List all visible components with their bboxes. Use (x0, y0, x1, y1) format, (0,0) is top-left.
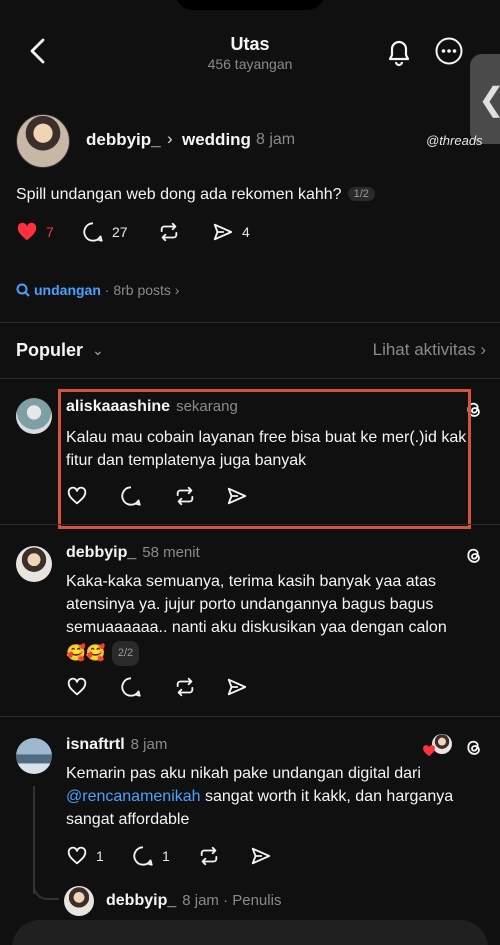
repost-icon (176, 677, 194, 697)
op-body: Spill undangan web dong ada rekomen kahh… (16, 186, 342, 203)
comment-button[interactable]: 1 (132, 844, 170, 868)
highlight-box (58, 389, 471, 529)
sort-dropdown[interactable]: Populer (16, 340, 83, 361)
page-indicator: 2/2 (111, 641, 140, 666)
comment-button[interactable]: 27 (82, 220, 128, 244)
op-topic[interactable]: wedding (182, 130, 251, 150)
tag-name: undangan (34, 282, 101, 298)
like-count: 7 (46, 224, 54, 240)
avatar[interactable] (16, 398, 52, 434)
bell-icon[interactable] (384, 36, 414, 68)
reply-time: 58 menit (142, 544, 200, 561)
edge-panel-handle[interactable]: ❮ (470, 54, 500, 144)
tag-meta: · 8rb posts › (104, 282, 180, 298)
reply-text: Kemarin pas aku nikah pake undangan digi… (66, 762, 476, 831)
reply-emoji-row: 🥰🥰 2/2 (66, 641, 476, 666)
reply-username[interactable]: isnaftrtl (66, 736, 125, 753)
reply-username[interactable]: debbyip_ (106, 892, 176, 909)
repost-button[interactable] (158, 220, 180, 244)
send-icon (227, 678, 247, 696)
chevron-down-icon[interactable]: ⌄ (92, 342, 104, 359)
avatar[interactable] (16, 738, 52, 774)
topic-tag[interactable]: undangan · 8rb posts › (16, 282, 179, 298)
threads-brand: @threads (426, 133, 483, 148)
comment-count: 27 (112, 224, 128, 240)
like-button[interactable]: 7 (16, 220, 54, 244)
more-options-icon[interactable] (434, 36, 464, 66)
avatar[interactable] (64, 886, 94, 916)
avatar[interactable] (16, 114, 70, 168)
reply-emoji: 🥰🥰 (66, 645, 106, 662)
share-button[interactable] (250, 844, 272, 868)
heart-icon (67, 846, 87, 865)
reply-header: debbyip_ 8 jam · Penulis (106, 892, 281, 910)
reply-text: Kaka-kaka semuanya, terima kasih banyak … (66, 573, 447, 636)
reply-actions (66, 675, 366, 699)
avatar[interactable] (16, 546, 52, 582)
op-text: Spill undangan web dong ada rekomen kahh… (16, 186, 375, 204)
comment-icon (133, 846, 153, 866)
divider (0, 378, 500, 379)
share-button[interactable]: 4 (212, 220, 250, 244)
heart-filled-icon (17, 222, 37, 241)
share-count: 4 (242, 224, 250, 240)
heart-filled-icon (423, 745, 435, 757)
thread-connector (33, 786, 35, 894)
divider (0, 524, 500, 525)
comment-button[interactable] (120, 675, 142, 699)
divider (0, 322, 500, 323)
repost-icon (200, 846, 218, 866)
view-count: 456 tayangan (207, 56, 293, 72)
reply-time: 8 jam (130, 736, 168, 753)
chevron-left-icon: ❮ (478, 80, 500, 118)
send-icon (213, 223, 233, 241)
liked-by-author-badge (422, 734, 452, 760)
top-bar: Utas 456 tayangan (0, 0, 500, 100)
repost-button[interactable] (174, 675, 196, 699)
sort-row: Populer ⌄ Lihat aktivitas › (16, 340, 486, 364)
send-icon (251, 847, 271, 865)
reply-username[interactable]: debbyip_ (66, 544, 136, 561)
reply-header: isnaftrtl 8 jam (66, 736, 167, 754)
thread-connector-curve (33, 880, 59, 900)
like-button[interactable] (66, 675, 88, 699)
repost-icon (160, 222, 178, 242)
threads-icon[interactable] (462, 736, 484, 758)
view-activity-link[interactable]: Lihat aktivitas › (373, 340, 486, 360)
divider (0, 716, 500, 717)
reply-header: debbyip_ 58 menit (66, 544, 200, 562)
repost-button[interactable] (198, 844, 220, 868)
op-actions: 7 27 4 (16, 220, 316, 244)
reply-composer-bar[interactable] (12, 920, 488, 945)
share-button[interactable] (226, 675, 248, 699)
threads-icon[interactable] (462, 544, 484, 566)
chevron-right-icon: › (167, 129, 173, 148)
heart-icon (67, 677, 87, 696)
reply-time: 8 jam · Penulis (182, 892, 282, 909)
like-count: 1 (96, 848, 104, 864)
reply-actions: 1 1 (66, 844, 366, 868)
comment-icon (83, 222, 103, 242)
comment-icon (121, 677, 141, 697)
page-indicator: 1/2 (347, 187, 375, 201)
like-button[interactable]: 1 (66, 844, 104, 868)
comment-count: 1 (162, 848, 170, 864)
op-username[interactable]: debbyip_ (86, 130, 161, 150)
op-time: 8 jam (256, 131, 296, 148)
reply-text-part: Kemarin pas aku nikah pake undangan digi… (66, 765, 421, 782)
page-title: Utas (230, 34, 270, 54)
mention-link[interactable]: @rencanamenikah (66, 788, 201, 805)
search-icon (16, 283, 30, 297)
